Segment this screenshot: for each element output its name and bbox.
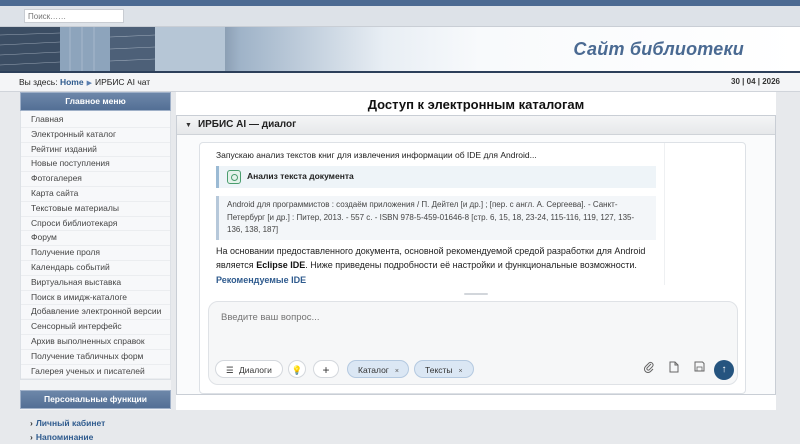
sidebar-item-sitemap[interactable]: Карта сайта — [21, 187, 170, 202]
sidebar: Главное меню Главная Электронный каталог… — [20, 92, 171, 442]
sidebar-item-add-e-version[interactable]: Добавление электронной версии — [21, 305, 170, 321]
answer-text: На основании предоставленного документа,… — [216, 244, 656, 272]
send-button[interactable]: ↑ — [714, 360, 734, 380]
answer-post: . Ниже приведены подробности её настройк… — [305, 259, 637, 270]
answer-emphasis: Eclipse IDE — [256, 259, 306, 270]
message-list[interactable]: Запускаю анализ текстов книг для извлече… — [216, 149, 656, 285]
main-menu-header: Главное меню — [20, 92, 171, 111]
sidebar-item-rating[interactable]: Рейтинг изданий — [21, 143, 170, 158]
arrow-up-icon: ↑ — [721, 364, 727, 375]
breadcrumb-current: ИРБИС AI чат — [94, 77, 151, 87]
sidebar-item-new-arrivals[interactable]: Новые поступления — [21, 157, 170, 173]
tag-label: Каталог — [358, 365, 389, 375]
personal-menu: › Личный кабинет › Напоминание — [20, 416, 171, 444]
personal-item-reminder[interactable]: › Напоминание — [30, 430, 171, 444]
tool-label: Анализ текста документа — [247, 171, 354, 181]
search-bar — [0, 6, 800, 27]
search-input[interactable] — [24, 9, 124, 23]
sidebar-item-ask-librarian[interactable]: Спроси библиотекаря — [21, 217, 170, 232]
idea-button[interactable]: 💡 — [288, 360, 306, 378]
floppy-disk-icon[interactable] — [691, 361, 707, 377]
arrow-right-icon: › — [30, 418, 33, 429]
current-date: 30 | 04 | 2026 — [731, 77, 780, 86]
breadcrumb-home-link[interactable]: Home — [60, 77, 84, 87]
sidebar-item-home[interactable]: Главная — [21, 113, 170, 128]
add-button[interactable]: + — [313, 360, 339, 378]
resize-handle[interactable] — [464, 293, 488, 295]
breadcrumb-prefix: Вы здесь: — [19, 77, 58, 87]
sidebar-item-events-calendar[interactable]: Календарь событий — [21, 261, 170, 276]
sidebar-item-ecatalog[interactable]: Электронный каталог — [21, 128, 170, 143]
message-scroll-area — [664, 143, 745, 285]
sidebar-item-image-catalog-search[interactable]: Поиск в имидж-каталоге — [21, 291, 170, 306]
close-icon[interactable]: × — [395, 368, 399, 375]
site-banner: Сайт библиотеки — [0, 27, 800, 71]
paperclip-icon[interactable] — [641, 361, 657, 377]
tag-texts[interactable]: Тексты × — [414, 360, 474, 378]
panel-title: ИРБИС AI — диалог — [197, 119, 297, 130]
dialogs-button[interactable]: ☰ Диалоги — [215, 360, 283, 378]
main-menu: Главная Электронный каталог Рейтинг изда… — [20, 111, 171, 381]
source-quote: Android для программистов : создаём прил… — [216, 196, 656, 240]
menu-lines-icon: ☰ — [226, 365, 234, 375]
main-content: Доступ к электронным каталогам ▼ ИРБИС AI… — [176, 92, 776, 410]
plus-icon: + — [322, 363, 330, 377]
composer: ☰ Диалоги 💡 + Каталог × Тексты × — [208, 301, 738, 385]
sidebar-item-table-forms[interactable]: Получение табличных форм — [21, 350, 170, 365]
chat-box: Запускаю анализ текстов книг для извлече… — [199, 142, 746, 394]
personal-item-cabinet[interactable]: › Личный кабинет — [30, 416, 171, 430]
sidebar-item-text-materials[interactable]: Текстовые материалы — [21, 202, 170, 217]
collapse-triangle-icon[interactable]: ▼ — [185, 122, 192, 129]
status-line: Запускаю анализ текстов книг для извлече… — [216, 150, 537, 160]
sidebar-item-reference-archive[interactable]: Архив выполненных справок — [21, 335, 170, 350]
document-analysis-icon — [227, 170, 241, 184]
arrow-right-icon: › — [30, 432, 33, 443]
dialogs-label: Диалоги — [239, 365, 272, 375]
sidebar-item-photo-gallery[interactable]: Фотогалерея — [21, 172, 170, 187]
sidebar-item-forum[interactable]: Форум — [21, 231, 170, 247]
tag-label: Тексты — [425, 365, 453, 375]
question-input[interactable] — [219, 310, 623, 336]
close-icon[interactable]: × — [459, 368, 463, 375]
lightbulb-icon: 💡 — [291, 365, 303, 375]
recommended-ide-heading: Рекомендуемые IDE — [216, 274, 307, 285]
chevron-right-icon: ▶ — [86, 80, 92, 87]
personal-item-label: Личный кабинет — [35, 418, 106, 429]
panel-header[interactable]: ▼ ИРБИС AI — диалог — [177, 116, 775, 135]
tag-catalog[interactable]: Каталог × — [347, 360, 409, 378]
breadcrumb-bar: Вы здесь: Home ▶ ИРБИС AI чат 30 | 04 | 20… — [0, 71, 800, 92]
site-title: Сайт библиотеки — [573, 39, 744, 59]
sidebar-item-touch-interface[interactable]: Сенсорный интерфейс — [21, 320, 170, 335]
tool-call-block[interactable]: Анализ текста документа — [216, 166, 656, 188]
sidebar-item-get-password[interactable]: Получение проля — [21, 246, 170, 261]
document-icon[interactable] — [666, 361, 682, 377]
page-title: Доступ к электронным каталогам — [367, 97, 585, 112]
personal-item-label: Напоминание — [35, 432, 94, 443]
personal-functions-header: Персональные функции — [20, 390, 171, 410]
breadcrumb: Вы здесь: Home ▶ ИРБИС AI чат — [19, 77, 150, 87]
sidebar-item-virtual-exhibition[interactable]: Виртуальная выставка — [21, 276, 170, 291]
building-image — [0, 27, 225, 71]
sidebar-item-scientists-gallery[interactable]: Галерея ученых и писателей — [21, 365, 170, 380]
chat-panel: ▼ ИРБИС AI — диалог Запускаю анализ текст… — [176, 115, 776, 395]
